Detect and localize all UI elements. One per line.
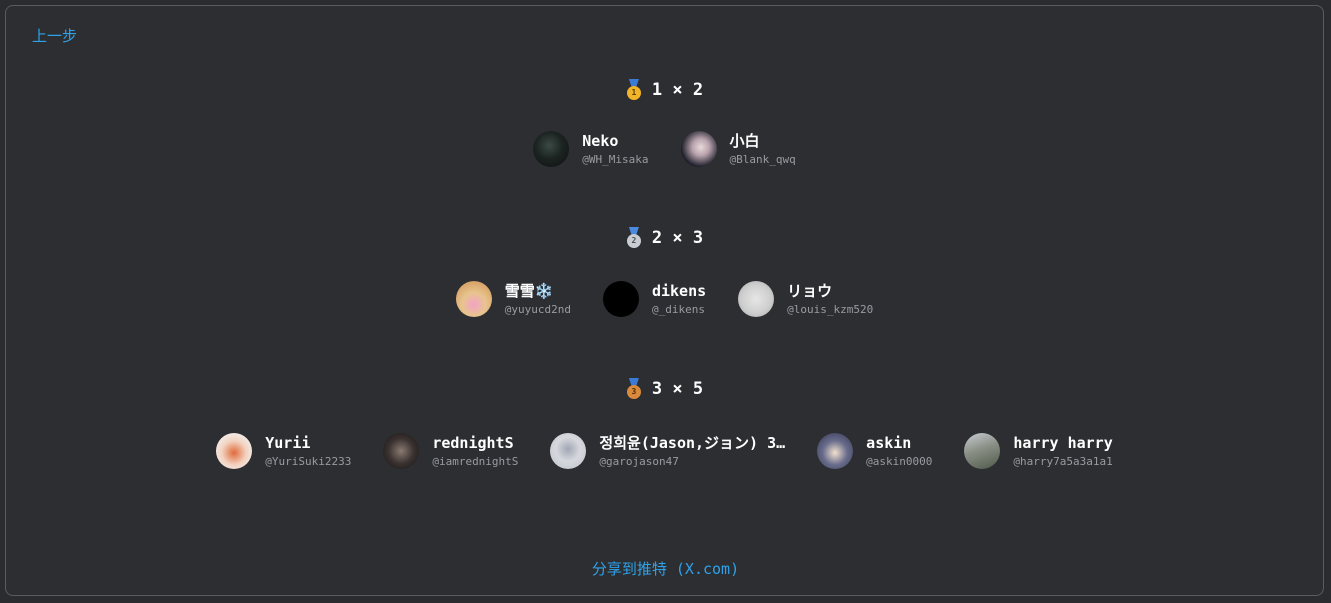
avatar [964, 433, 1001, 469]
avatar [383, 433, 420, 469]
user-card[interactable]: dikens @_dikens [602, 281, 707, 317]
avatar [738, 281, 775, 317]
user-card[interactable]: リョウ @louis_kzm520 [738, 281, 873, 317]
tier-3-heading: 3 3 × 5 [6, 378, 1323, 400]
user-handle: @louis_kzm520 [787, 303, 874, 316]
tier-2-heading: 2 2 × 3 [6, 227, 1323, 249]
user-handle: @Blank_qwq [729, 153, 796, 166]
user-name: リョウ [787, 282, 833, 300]
user-card[interactable]: Yurii @YuriSuki2233 [216, 433, 351, 469]
avatar [680, 131, 717, 167]
user-card[interactable]: 정희윤(Jason,ジョン) 3… @garojason47 [550, 433, 785, 469]
user-handle: @iamrednightS [432, 455, 519, 468]
user-handle: @garojason47 [599, 455, 679, 468]
user-card[interactable]: 雪雪❄️ @yuyucd2nd [455, 281, 571, 317]
back-link[interactable]: 上一步 [32, 25, 77, 46]
user-name: rednightS [432, 434, 514, 452]
tier-2-count: 2 × 3 [651, 228, 704, 248]
bronze-medal-icon: 3 [626, 378, 642, 400]
user-name: 정희윤(Jason,ジョン) 3… [599, 434, 786, 452]
avatar [216, 433, 253, 469]
user-card[interactable]: harry harry @harry7a5a3a1a1 [964, 433, 1113, 469]
avatar [550, 433, 587, 469]
share-to-x-link[interactable]: 分享到推特 (X.com) [0, 558, 1331, 579]
user-name: askin [866, 434, 912, 452]
tier-2-users: 雪雪❄️ @yuyucd2nd dikens @_dikens リョウ @lou… [6, 281, 1323, 317]
tier-1-users: Neko @WH_Misaka 小白 @Blank_qwq [6, 131, 1323, 167]
user-handle: @harry7a5a3a1a1 [1013, 455, 1113, 468]
user-handle: @askin0000 [866, 455, 933, 468]
user-handle: @yuyucd2nd [504, 303, 571, 316]
tier-3-count: 3 × 5 [651, 379, 704, 399]
user-card[interactable]: 小白 @Blank_qwq [680, 131, 796, 167]
user-name: 小白 [729, 132, 760, 150]
user-name: Neko [582, 132, 619, 150]
user-name: harry harry [1013, 434, 1113, 452]
results-panel: 上一步 1 1 × 2 Neko @WH_Misaka 小白 @Blank_qw… [5, 5, 1324, 596]
avatar [533, 131, 570, 167]
user-card[interactable]: rednightS @iamrednightS [383, 433, 518, 469]
user-handle: @YuriSuki2233 [265, 455, 352, 468]
user-handle: @WH_Misaka [582, 153, 649, 166]
user-handle: @_dikens [651, 303, 705, 316]
gold-medal-icon: 1 [626, 79, 642, 101]
silver-medal-icon: 2 [626, 227, 642, 249]
user-card[interactable]: askin @askin0000 [817, 433, 932, 469]
avatar [817, 433, 854, 469]
tier-3-users: Yurii @YuriSuki2233 rednightS @iamrednig… [6, 433, 1323, 469]
tier-1-heading: 1 1 × 2 [6, 79, 1323, 101]
avatar [602, 281, 639, 317]
avatar [455, 281, 492, 317]
user-name: dikens [651, 282, 707, 300]
user-card[interactable]: Neko @WH_Misaka [533, 131, 649, 167]
user-name: 雪雪❄️ [504, 282, 554, 300]
tier-1-count: 1 × 2 [651, 80, 704, 100]
user-name: Yurii [265, 434, 311, 452]
